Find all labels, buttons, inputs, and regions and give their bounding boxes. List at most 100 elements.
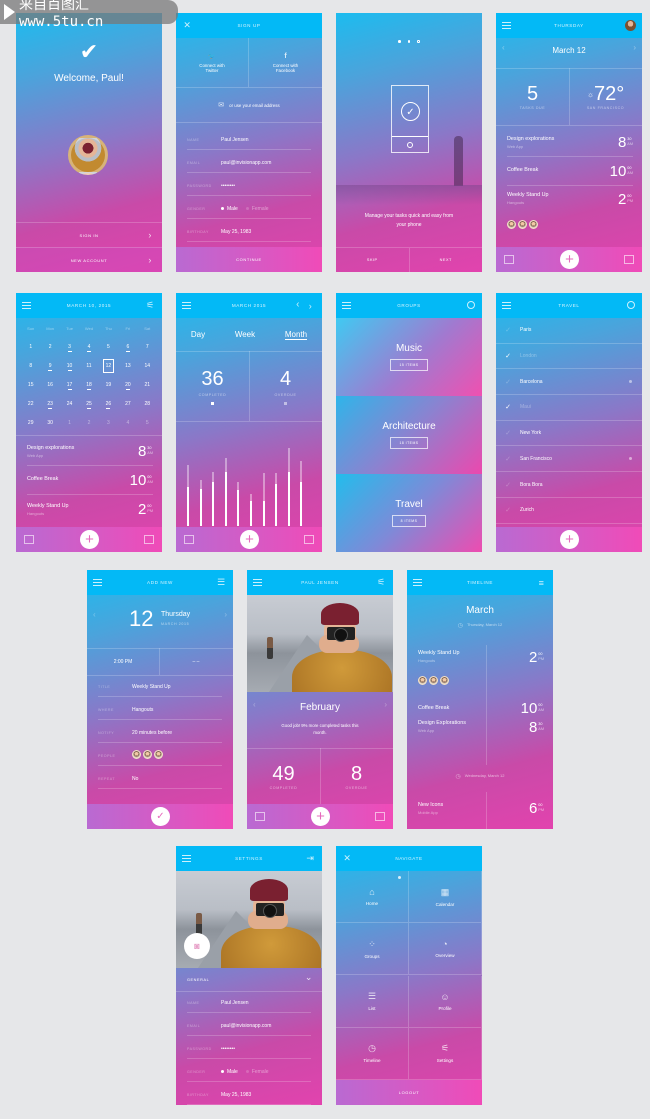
chart-icon[interactable]	[304, 535, 314, 544]
filter-icon[interactable]: ⚟	[145, 300, 156, 311]
tab-day[interactable]: Day	[191, 330, 205, 339]
group-card[interactable]: Travel 8 ITEMS	[336, 474, 482, 552]
calendar-day[interactable]: 4	[79, 337, 98, 356]
list-item[interactable]: ✓ London	[496, 344, 642, 370]
field-name[interactable]: NAME Paul Jensen	[187, 130, 311, 150]
field-email[interactable]: EMAIL paul@invisionapp.com	[187, 1016, 311, 1036]
calendar-day[interactable]: 14	[138, 356, 157, 375]
email-signup-link[interactable]: ✉ or use your email address	[176, 88, 322, 123]
chevron-right-icon[interactable]: ›	[305, 300, 316, 311]
end-time-field[interactable]: – –	[159, 648, 233, 675]
field-name[interactable]: NAME Paul Jensen	[187, 993, 311, 1013]
calendar-day[interactable]: 7	[138, 337, 157, 356]
logout-button[interactable]: LOGOUT	[336, 1080, 482, 1105]
calendar-day[interactable]: 2	[40, 337, 59, 356]
filter-icon[interactable]: ⚟	[376, 577, 387, 588]
list-item[interactable]: ✓ New York	[496, 421, 642, 447]
calendar-day[interactable]: 5	[138, 413, 157, 432]
calendar-day[interactable]: 13	[118, 356, 137, 375]
add-button[interactable]: +	[560, 250, 579, 269]
menu-icon[interactable]	[502, 22, 511, 29]
chevron-left-icon[interactable]: ‹	[93, 610, 96, 619]
list-icon[interactable]: ☰	[216, 577, 227, 588]
calendar-icon[interactable]	[255, 812, 265, 821]
calendar-day[interactable]: 15	[21, 375, 40, 394]
list-item[interactable]: ✓ Barcelona	[496, 369, 642, 396]
calendar-day[interactable]: 3	[99, 413, 118, 432]
field-people[interactable]: PEOPLE	[98, 746, 222, 766]
event-item[interactable]: Coffee Break 10 00 AM	[27, 466, 153, 495]
chevron-right-icon[interactable]: ›	[224, 610, 227, 619]
chart-icon[interactable]	[375, 812, 385, 821]
field-repeat[interactable]: REPEAT No	[98, 769, 222, 789]
event-item[interactable]: Coffee Break 10 00 AM	[507, 157, 633, 186]
calendar-day[interactable]: 3	[60, 337, 79, 356]
connect-facebook-button[interactable]: f Connect with Facebook	[249, 38, 322, 88]
field-gender[interactable]: GENDER Male Female	[187, 199, 311, 219]
gender-radio-male[interactable]: Male	[221, 1069, 246, 1075]
field-birthday[interactable]: BIRTHDAY May 25, 1983	[187, 222, 311, 242]
field-gender[interactable]: GENDER Male Female	[187, 1062, 311, 1082]
add-button[interactable]: +	[80, 530, 99, 549]
calendar-day[interactable]: 8	[21, 356, 40, 375]
list-item[interactable]: ✓ Maui	[496, 395, 642, 421]
add-button[interactable]: +	[311, 807, 330, 826]
menu-icon[interactable]	[182, 302, 191, 309]
field-notify[interactable]: NOTIFY 20 minutes before	[98, 723, 222, 743]
nav-item-profile[interactable]: ☺ Profile	[409, 975, 482, 1028]
nav-item-calendar[interactable]: ▦ Calendar	[409, 871, 482, 923]
nav-item-list[interactable]: ☰ List	[336, 975, 409, 1028]
add-button[interactable]: +	[240, 530, 259, 549]
menu-icon[interactable]	[342, 302, 351, 309]
event-item[interactable]: Weekly Stand Up Hangouts 2 00 PM	[507, 186, 633, 215]
chart-icon[interactable]	[144, 535, 154, 544]
calendar-day[interactable]: 11	[79, 356, 98, 375]
list-item[interactable]: ✓ Bora Bora	[496, 472, 642, 498]
field-where[interactable]: WHERE Hangouts	[98, 700, 222, 720]
sign-in-button[interactable]: SIGN IN ›	[16, 222, 162, 247]
calendar-day[interactable]: 1	[21, 337, 40, 356]
calendar-day[interactable]: 28	[138, 394, 157, 413]
nav-item-groups[interactable]: ⁘ Groups	[336, 923, 409, 976]
avatar[interactable]	[625, 20, 636, 31]
search-icon[interactable]	[627, 301, 635, 309]
connect-twitter-button[interactable]: 🐦 Connect with Twitter	[176, 38, 249, 88]
calendar-day[interactable]: 24	[60, 394, 79, 413]
change-photo-button[interactable]: ◙	[184, 933, 210, 959]
field-title[interactable]: TITLE Weekly Stand Up	[98, 677, 222, 697]
new-account-button[interactable]: NEW ACCOUNT ›	[16, 247, 162, 272]
checkmark-icon[interactable]: ✓	[496, 506, 520, 514]
event-item[interactable]: Design explorations Web App 8 30 AM	[27, 437, 153, 466]
confirm-button[interactable]: ✓	[151, 807, 170, 826]
event-item[interactable]: New Icons Mobile App 6 00 PM	[418, 794, 544, 823]
group-card[interactable]: Architecture 18 ITEMS	[336, 396, 482, 474]
calendar-day[interactable]: 2	[79, 413, 98, 432]
calendar-day[interactable]: 17	[60, 375, 79, 394]
close-icon[interactable]: ✕	[182, 20, 193, 31]
calendar-day[interactable]: 19	[99, 375, 118, 394]
calendar-day[interactable]: 18	[79, 375, 98, 394]
checkmark-icon[interactable]: ✓	[496, 481, 520, 489]
calendar-day[interactable]: 16	[40, 375, 59, 394]
field-email[interactable]: EMAIL paul@invisionapp.com	[187, 153, 311, 173]
menu-icon[interactable]	[502, 302, 511, 309]
gender-radio-male[interactable]: Male	[221, 206, 246, 212]
checkmark-icon[interactable]: ✓	[496, 429, 520, 437]
calendar-day[interactable]: 5	[99, 337, 118, 356]
skip-button[interactable]: SKIP	[336, 248, 410, 272]
checkmark-icon[interactable]: ✓	[496, 352, 520, 360]
filter-icon[interactable]: ≡	[536, 577, 547, 588]
calendar-day[interactable]: 20	[118, 375, 137, 394]
event-item[interactable]: Weekly Stand Up Hangouts 2 00 PM	[27, 495, 153, 524]
menu-icon[interactable]	[93, 579, 102, 586]
logout-icon[interactable]: ⇥	[305, 853, 316, 864]
calendar-day[interactable]: 1	[60, 413, 79, 432]
calendar-icon[interactable]	[24, 535, 34, 544]
field-birthday[interactable]: BIRTHDAY May 25, 1983	[187, 1085, 311, 1105]
calendar-day[interactable]: 27	[118, 394, 137, 413]
event-item[interactable]: Coffee Break 10 00 AM	[418, 694, 544, 723]
checkmark-icon[interactable]: ✓	[496, 378, 520, 386]
group-card[interactable]: Music 15 ITEMS	[336, 318, 482, 396]
chevron-right-icon[interactable]: ›	[633, 43, 636, 52]
calendar-day[interactable]: 6	[118, 337, 137, 356]
